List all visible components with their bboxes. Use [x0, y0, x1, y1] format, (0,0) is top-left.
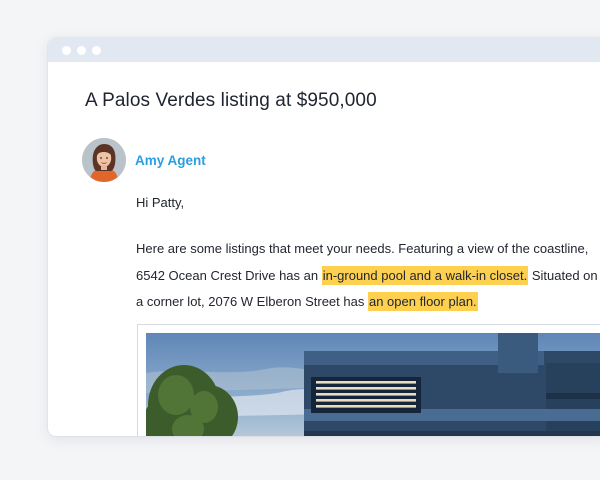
listing-photo [146, 333, 600, 436]
highlighted-text: an open floor plan. [367, 292, 478, 311]
window-dot-icon[interactable] [77, 45, 86, 55]
window-dot-icon[interactable] [92, 45, 101, 55]
house-photo-icon [146, 333, 600, 436]
window-dot-icon[interactable] [62, 45, 71, 55]
email-window: A Palos Verdes listing at $950,000 Amy A… [48, 38, 600, 436]
window-titlebar [48, 38, 600, 62]
email-greeting: Hi Patty, [136, 195, 185, 210]
avatar-photo-icon [82, 138, 126, 182]
sender-name[interactable]: Amy Agent [135, 153, 206, 168]
listing-photo-frame[interactable] [137, 324, 600, 436]
highlighted-text: in-ground pool and a walk-in closet. [321, 265, 529, 285]
email-subject: A Palos Verdes listing at $950,000 [85, 90, 377, 111]
sender-avatar[interactable] [82, 138, 126, 182]
email-body: Here are some listings that meet your ne… [136, 236, 600, 316]
